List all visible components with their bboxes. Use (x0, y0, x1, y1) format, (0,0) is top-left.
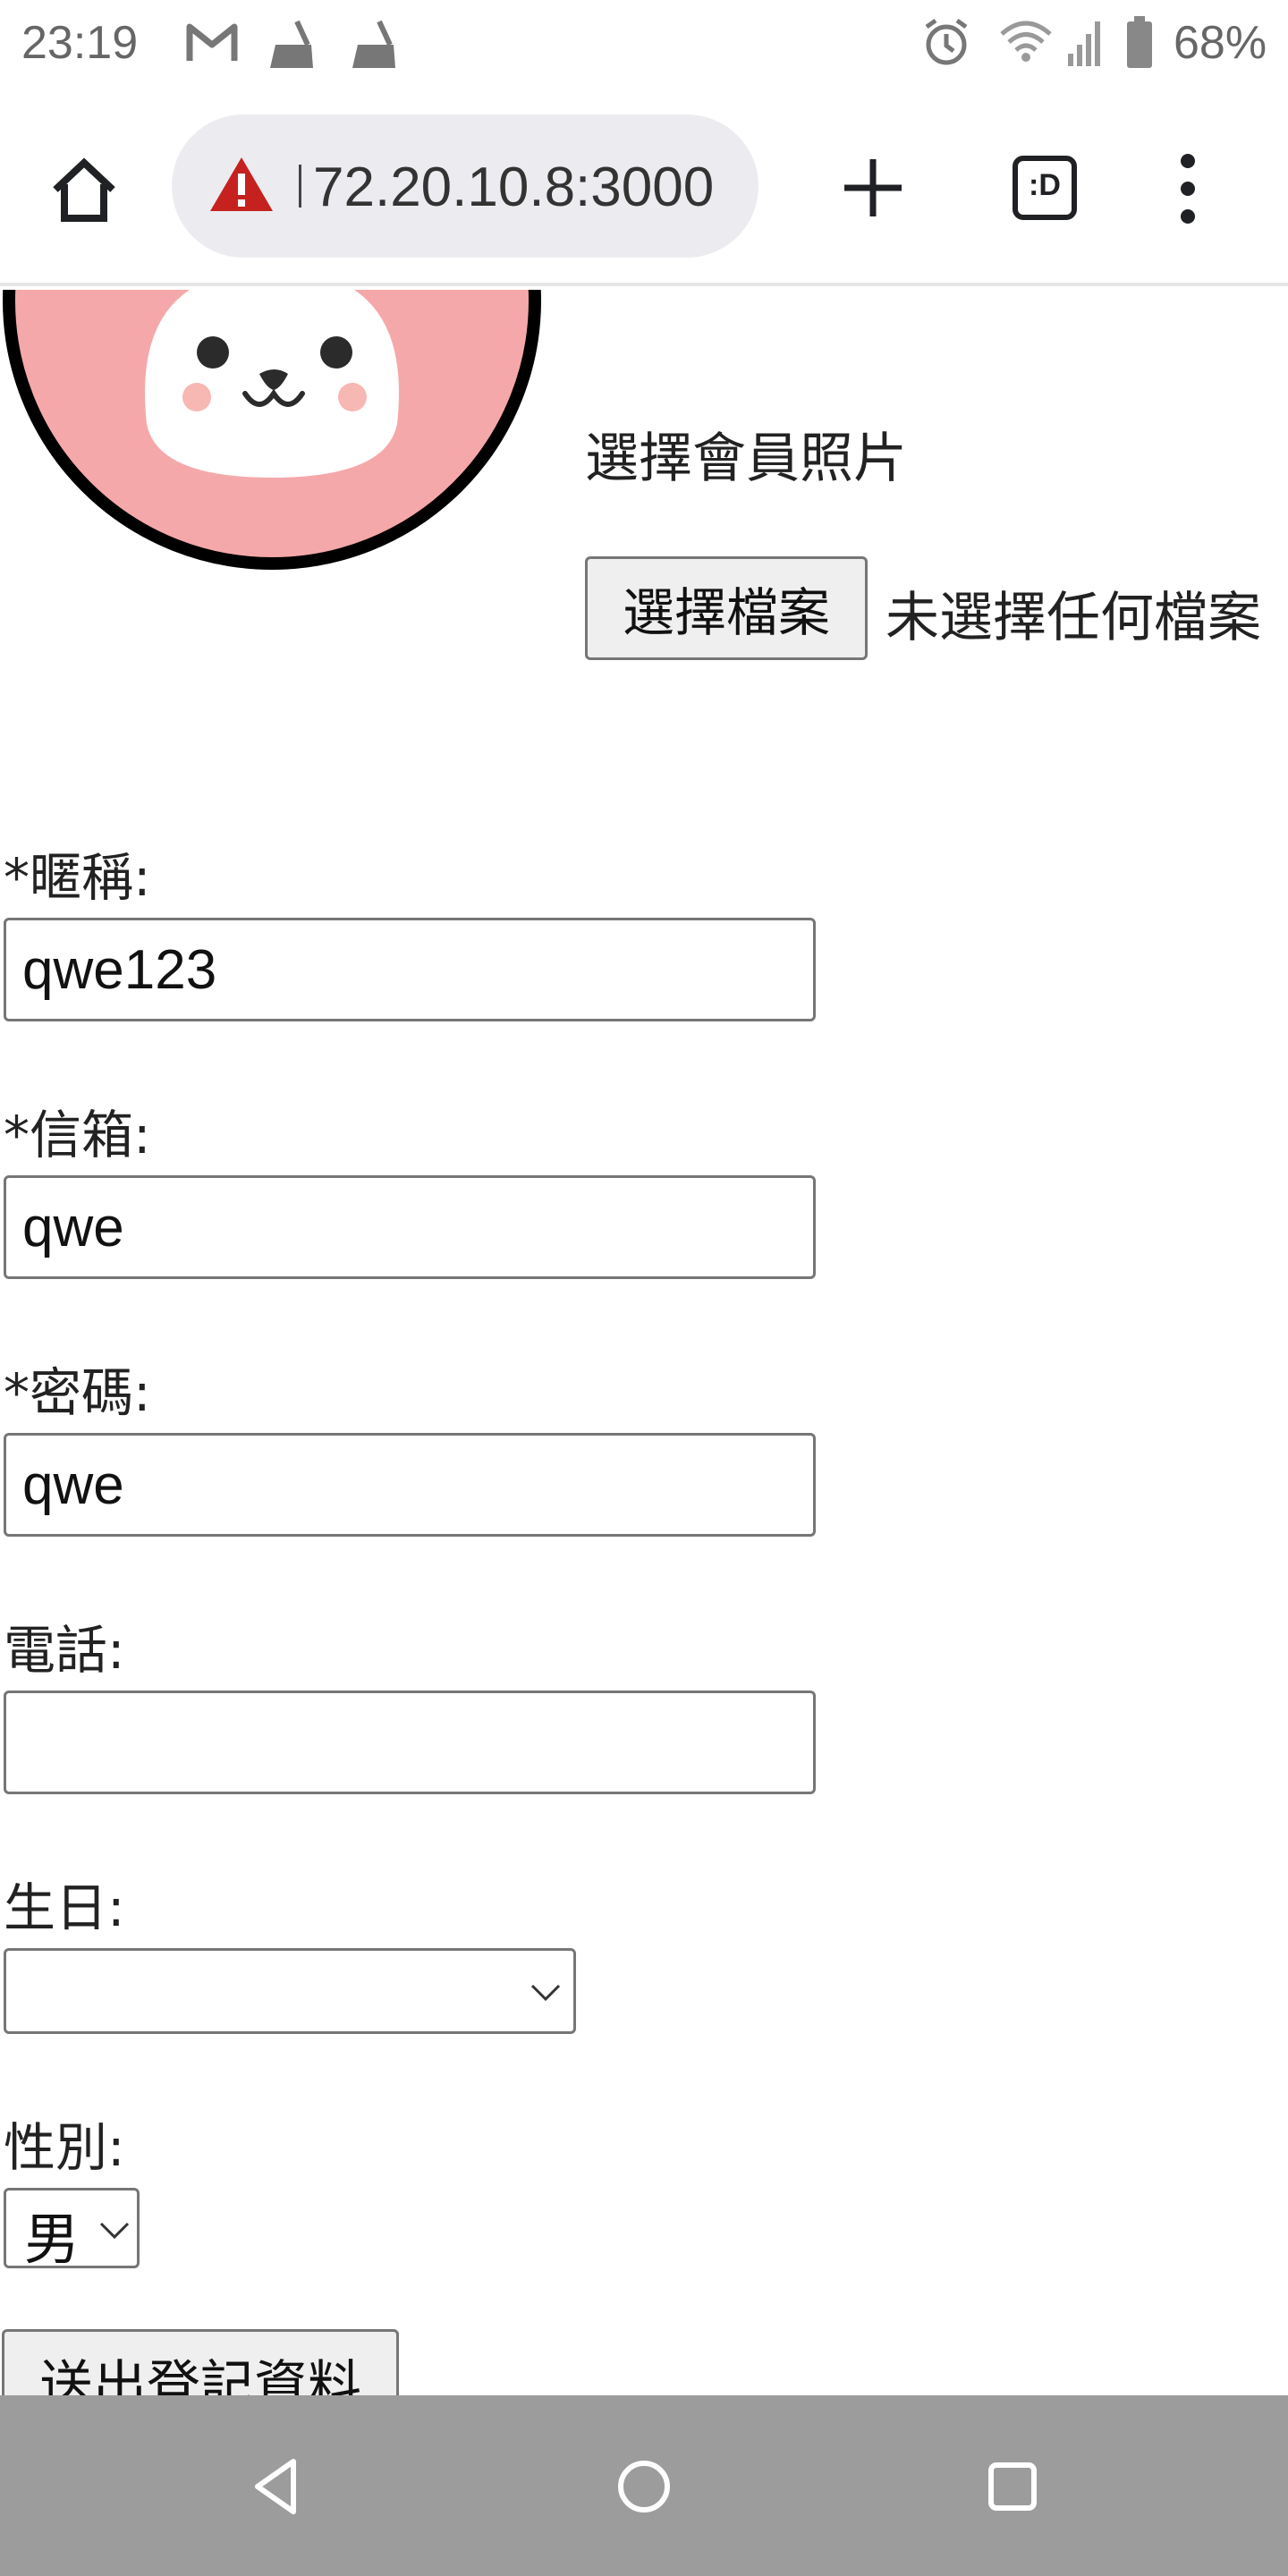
battery-icon (1127, 16, 1152, 68)
birthday-select[interactable] (4, 1948, 576, 2034)
system-nav-bar (0, 2395, 1288, 2576)
tab-switcher-label: :D (1029, 168, 1061, 202)
alarm-icon (925, 18, 968, 65)
gender-value: 男 (24, 2207, 80, 2272)
not-secure-warning-icon[interactable] (208, 154, 275, 215)
gmail-icon (186, 23, 238, 61)
photo-upload-label: 選擇會員照片 (585, 428, 907, 490)
back-icon[interactable] (242, 2451, 313, 2522)
gender-select[interactable]: 男 (4, 2188, 140, 2272)
chevron-down-icon (99, 2222, 130, 2240)
cleaner-icon (352, 20, 395, 68)
status-bar: 23:19 68% (0, 0, 1288, 89)
more-menu-icon[interactable] (1172, 148, 1204, 229)
status-time: 23:19 (21, 17, 139, 69)
address-bar[interactable]: 72.20.10.8:3000 (172, 114, 758, 258)
phone-label: 電話: (4, 1620, 125, 1681)
recents-icon[interactable] (977, 2451, 1048, 2522)
nickname-label: *暱稱: (4, 847, 151, 908)
submit-button[interactable]: 送出登記資料 (2, 2329, 399, 2395)
new-tab-plus-icon[interactable] (841, 156, 905, 220)
phone-input[interactable] (4, 1690, 816, 1794)
cleaner-icon (270, 20, 313, 68)
choose-file-button[interactable]: 選擇檔案 (585, 556, 868, 660)
home-circle-icon[interactable] (608, 2451, 680, 2522)
tab-switcher-icon[interactable]: :D (1013, 156, 1077, 220)
page-content: 選擇會員照片 選擇檔案 未選擇任何檔案 *暱稱: *信箱: *密碼: 電話: 生… (0, 290, 1288, 2395)
nickname-input[interactable] (4, 918, 816, 1021)
email-input[interactable] (4, 1175, 816, 1279)
battery-percent: 68% (1174, 17, 1267, 69)
file-status-text: 未選擇任何檔案 (886, 587, 1261, 649)
email-label: *信箱: (4, 1105, 151, 1165)
chevron-down-icon (530, 1984, 561, 2002)
birthday-label: 生日: (4, 1877, 125, 1938)
home-icon[interactable] (47, 152, 122, 227)
signal-icon (1068, 21, 1100, 66)
browser-toolbar: 72.20.10.8:3000 :D (0, 89, 1288, 286)
password-label: *密碼: (4, 1362, 151, 1423)
gender-label: 性別: (4, 2117, 125, 2178)
wifi-icon (1000, 21, 1052, 62)
password-input[interactable] (4, 1433, 816, 1537)
url-text[interactable]: 72.20.10.8:3000 (313, 156, 714, 219)
member-avatar (3, 290, 541, 570)
text-caret (299, 165, 301, 208)
